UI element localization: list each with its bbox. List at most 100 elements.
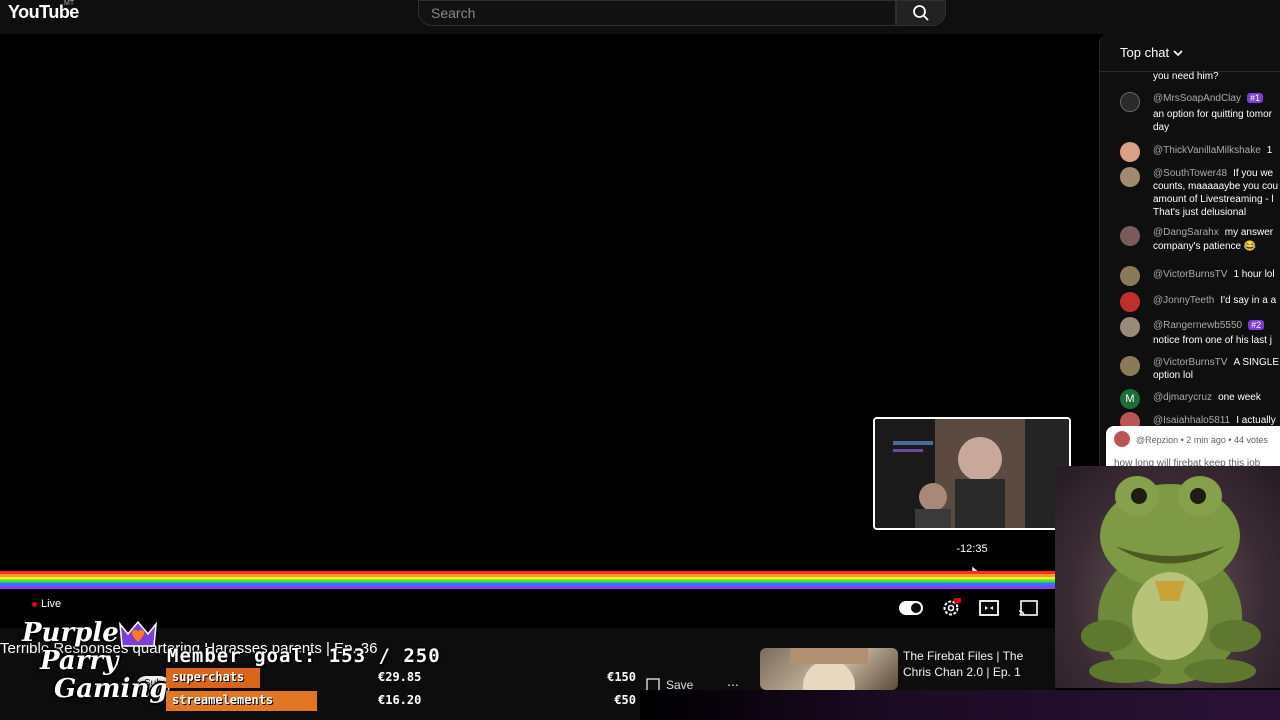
chat-header: Top chat (1100, 34, 1280, 72)
live-dot-icon (32, 601, 37, 607)
streamelements-target: €50 (614, 693, 636, 707)
poll-avatar (1114, 431, 1130, 447)
cast-button[interactable] (1016, 596, 1040, 620)
live-chat-panel: Top chat you need him? @MrsSoapAndClay #1… (1099, 34, 1280, 474)
chat-message: M @djmarycruz one week (1100, 389, 1280, 411)
member-goal-text: Member goal: 153 / 250 (167, 645, 441, 667)
chat-message: you need him? (1100, 68, 1280, 82)
chat-message-text: an option for quitting tomor (1153, 109, 1272, 120)
chat-message: @Rangernewb5550 #2 notice from one of his… (1100, 317, 1280, 349)
avatar[interactable] (1120, 266, 1140, 286)
chat-message-text: A SINGLE (1233, 357, 1280, 368)
chat-message: @VictorBurnsTV A SINGLE option lol (1100, 354, 1280, 386)
superchats-amount: €29.85 (378, 670, 422, 684)
chat-author[interactable]: @djmarycruz one week (1153, 392, 1261, 403)
top-chat-dropdown[interactable]: Top chat (1120, 45, 1183, 60)
frog-overlay-image (1055, 466, 1280, 688)
top-chat-label: Top chat (1120, 45, 1170, 60)
seek-preview-thumbnail (873, 417, 1071, 530)
chat-message: @JonnyTeeth I'd say in a a (1100, 292, 1280, 314)
theater-icon (979, 600, 999, 616)
avatar[interactable] (1120, 92, 1140, 112)
poll-meta: @Repzion • 2 min ago • 44 votes (1136, 435, 1269, 445)
chat-message-text: one week (1218, 392, 1261, 403)
search-input[interactable] (431, 4, 871, 22)
chat-author-name: @JonnyTeeth (1153, 295, 1215, 306)
chat-message-text: my answer (1224, 227, 1274, 238)
chat-author-name: @ThickVanillaMilkshake (1153, 145, 1261, 156)
chat-author[interactable]: @JonnyTeeth I'd say in a a (1153, 295, 1276, 306)
avatar[interactable] (1120, 356, 1140, 376)
chat-author[interactable]: @DangSarahx my answer (1153, 227, 1273, 238)
chat-message-text: 1 (1266, 145, 1273, 156)
logo-country-code: MT (64, 0, 75, 7)
top-bar: YouTube MT (0, 0, 1280, 34)
chat-message-text: notice from one of his last j (1153, 335, 1272, 346)
toggle-icon (899, 601, 923, 615)
chat-message: @DangSarahx my answer company's patience … (1100, 224, 1280, 256)
avatar[interactable] (1120, 317, 1140, 337)
donation-goals: superchats €29.85 €150 streamelements €1… (166, 668, 638, 714)
chat-author[interactable]: @VictorBurnsTV A SINGLE (1153, 357, 1279, 368)
autoplay-toggle[interactable] (899, 596, 923, 620)
logo-line-2: Parry (40, 646, 119, 676)
chat-message-text: amount of Livestreaming - l (1153, 194, 1274, 205)
search-bar (418, 0, 896, 26)
live-indicator[interactable]: Live (32, 598, 61, 610)
chat-author[interactable]: @Rangernewb5550 #2 (1153, 320, 1265, 331)
crown-heart-icon (119, 620, 157, 647)
cast-icon (1018, 600, 1038, 616)
superchats-target: €150 (607, 670, 636, 684)
poll-question: how long will firebat keep this job (1114, 458, 1261, 466)
avatar[interactable] (1120, 167, 1140, 187)
superchats-label: superchats (172, 670, 245, 684)
live-label: Live (41, 598, 62, 610)
chat-message-text: you need him? (1153, 71, 1219, 82)
chat-message-text: I actually (1236, 415, 1276, 426)
chat-author-name: @Rangernewb5550 (1153, 320, 1243, 331)
chat-message-text: day (1153, 122, 1170, 133)
chat-author-name: @VictorBurnsTV (1153, 357, 1228, 368)
avatar[interactable]: M (1120, 389, 1140, 409)
preview-image (875, 419, 1069, 528)
logo-line-3: Gaming (54, 674, 168, 704)
chat-author-name: @SouthTower48 (1153, 168, 1228, 179)
avatar[interactable] (1120, 292, 1140, 312)
recommended-title[interactable]: The Firebat Files | The Chris Chan 2.0 |… (903, 648, 1053, 680)
chat-message-text: counts, maaaaaybe you cou (1153, 181, 1279, 192)
chat-author[interactable]: @VictorBurnsTV 1 hour lol (1153, 269, 1275, 280)
chat-author-name: @Isaiahhalo5811 (1153, 415, 1231, 426)
overlay-gradient (640, 690, 1280, 720)
member-badge: #1 (1246, 93, 1263, 103)
chat-message: @VictorBurnsTV 1 hour lol (1100, 266, 1280, 288)
channel-overlay-logo: Purple Parry Gaming (0, 618, 168, 714)
chat-author-name: @MrsSoapAndClay (1153, 93, 1241, 104)
chevron-down-icon (1173, 49, 1183, 56)
chat-message: @MrsSoapAndClay #1 an option for quitting… (1100, 90, 1280, 136)
chat-author-name: @djmarycruz (1153, 392, 1213, 403)
streamelements-amount: €16.20 (378, 693, 422, 707)
chat-message: @SouthTower48 If you we counts, maaaaaybe… (1100, 165, 1280, 221)
chat-author[interactable]: @MrsSoapAndClay #1 (1153, 93, 1263, 104)
search-button[interactable] (896, 0, 946, 26)
avatar[interactable] (1120, 226, 1140, 246)
preview-time: -12:35 (956, 543, 988, 555)
chat-author[interactable]: @Isaiahhalo5811 I actually (1153, 415, 1276, 426)
progress-bar[interactable] (0, 571, 1055, 589)
recommended-image (790, 648, 868, 690)
streamelements-goal: streamelements €16.20 €50 (166, 691, 638, 711)
theater-mode-button[interactable] (977, 596, 1001, 620)
chat-author[interactable]: @SouthTower48 If you we (1153, 168, 1273, 179)
chat-message-text: company's patience 😂 (1153, 241, 1257, 252)
superchats-goal: superchats €29.85 €150 (166, 668, 638, 688)
chat-author-name: @VictorBurnsTV (1153, 269, 1228, 280)
member-badge: #2 (1248, 320, 1265, 330)
gear-icon (943, 598, 961, 616)
chat-author[interactable]: @ThickVanillaMilkshake 1 (1153, 145, 1272, 156)
recommended-thumbnail[interactable] (760, 648, 898, 690)
chat-poll-banner[interactable]: @Repzion • 2 min ago • 44 votes how long… (1106, 426, 1280, 466)
streamelements-label: streamelements (172, 693, 274, 707)
settings-button[interactable] (939, 596, 963, 620)
chat-message-text: If you we (1233, 168, 1274, 179)
avatar[interactable] (1120, 142, 1140, 162)
